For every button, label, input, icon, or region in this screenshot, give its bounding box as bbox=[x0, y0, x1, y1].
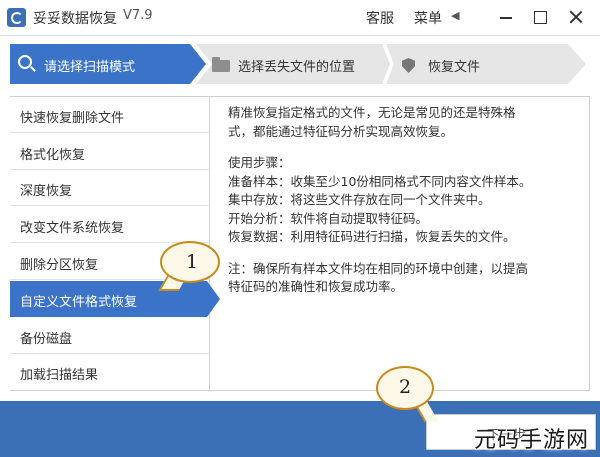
search-icon bbox=[18, 55, 32, 69]
usage-step: 集中存放：将这些文件存放在同一个文件夹中。 bbox=[228, 192, 491, 207]
sidebar-item-label: 格式化恢复 bbox=[20, 148, 86, 163]
callout-bubble-2: 2 bbox=[376, 366, 434, 410]
callout-bubble-1: 1 bbox=[160, 241, 220, 283]
step-location-label[interactable]: 选择丢失文件的位置 bbox=[238, 56, 355, 75]
folder-icon bbox=[212, 57, 230, 72]
site-watermark: 元码手游网 bbox=[474, 428, 590, 453]
sidebar-item-label: 快速恢复删除文件 bbox=[20, 111, 125, 126]
usage-step: 恢复数据：利用特征码进行扫描，恢复丢失的文件。 bbox=[228, 229, 516, 244]
mode-description: 精准恢复指定格式的文件，无论是常见的还是特殊格 式，都能通过特征码分析实现高效恢… bbox=[228, 104, 578, 297]
sidebar-item-label: 改变文件系统恢复 bbox=[20, 221, 125, 236]
description-intro-line: 式，都能通过特征码分析实现高效恢复。 bbox=[228, 123, 454, 139]
step-scan-mode[interactable]: 请选择扫描模式 bbox=[10, 44, 206, 84]
sidebar-item-label: 自定义文件格式恢复 bbox=[20, 295, 138, 310]
sidebar-item-deep-recover[interactable]: 深度恢复 bbox=[10, 170, 210, 206]
maximize-icon[interactable] bbox=[529, 6, 551, 28]
note-line: 注：确保所有样本文件均在相同的环境中创建，以提高 bbox=[228, 260, 529, 276]
sidebar-item-label: 删除分区恢复 bbox=[20, 258, 99, 273]
callout-number: 1 bbox=[186, 251, 199, 273]
app-title: 妥妥数据恢复 bbox=[33, 11, 117, 27]
sidebar-item-custom-format-recover[interactable]: 自定义文件格式恢复 bbox=[10, 281, 220, 317]
app-version: V7.9 bbox=[123, 8, 153, 23]
callout-number: 2 bbox=[399, 376, 412, 398]
sidebar-item-format-recover[interactable]: 格式化恢复 bbox=[10, 134, 210, 170]
sidebar-item-label: 深度恢复 bbox=[20, 184, 73, 199]
usage-step: 开始分析：软件将自动提取特征码。 bbox=[228, 210, 429, 226]
sidebar-item-label: 备份磁盘 bbox=[20, 332, 73, 347]
usage-step: 准备样本：收集至少10份相同格式不同内容文件样本。 bbox=[228, 173, 532, 189]
close-icon[interactable] bbox=[565, 6, 587, 28]
sidebar-item-backup-disk[interactable]: 备份磁盘 bbox=[10, 318, 210, 354]
minimize-icon[interactable] bbox=[495, 6, 517, 28]
app-logo-icon bbox=[7, 8, 26, 27]
menu-arrow-icon[interactable]: ◀ bbox=[451, 9, 459, 22]
step-scan-mode-label: 请选择扫描模式 bbox=[44, 60, 136, 75]
note-line: 特征码的准确性和恢复成功率。 bbox=[228, 279, 404, 294]
menu-button[interactable]: 菜单 bbox=[414, 8, 442, 28]
sidebar-item-filesystem-recover[interactable]: 改变文件系统恢复 bbox=[10, 207, 210, 243]
step-recover-label[interactable]: 恢复文件 bbox=[428, 56, 480, 75]
usage-steps-title: 使用步骤： bbox=[228, 155, 291, 170]
service-button[interactable]: 客服 bbox=[366, 8, 394, 28]
sidebar-item-label: 加载扫描结果 bbox=[20, 368, 99, 383]
sidebar-item-quick-recover[interactable]: 快速恢复删除文件 bbox=[10, 97, 210, 133]
sidebar-item-load-scan-result[interactable]: 加载扫描结果 bbox=[10, 354, 210, 390]
description-intro-line: 精准恢复指定格式的文件，无论是常见的还是特殊格 bbox=[228, 105, 516, 120]
title-bar: 妥妥数据恢复 V7.9 客服 菜单 ◀ bbox=[0, 0, 600, 36]
